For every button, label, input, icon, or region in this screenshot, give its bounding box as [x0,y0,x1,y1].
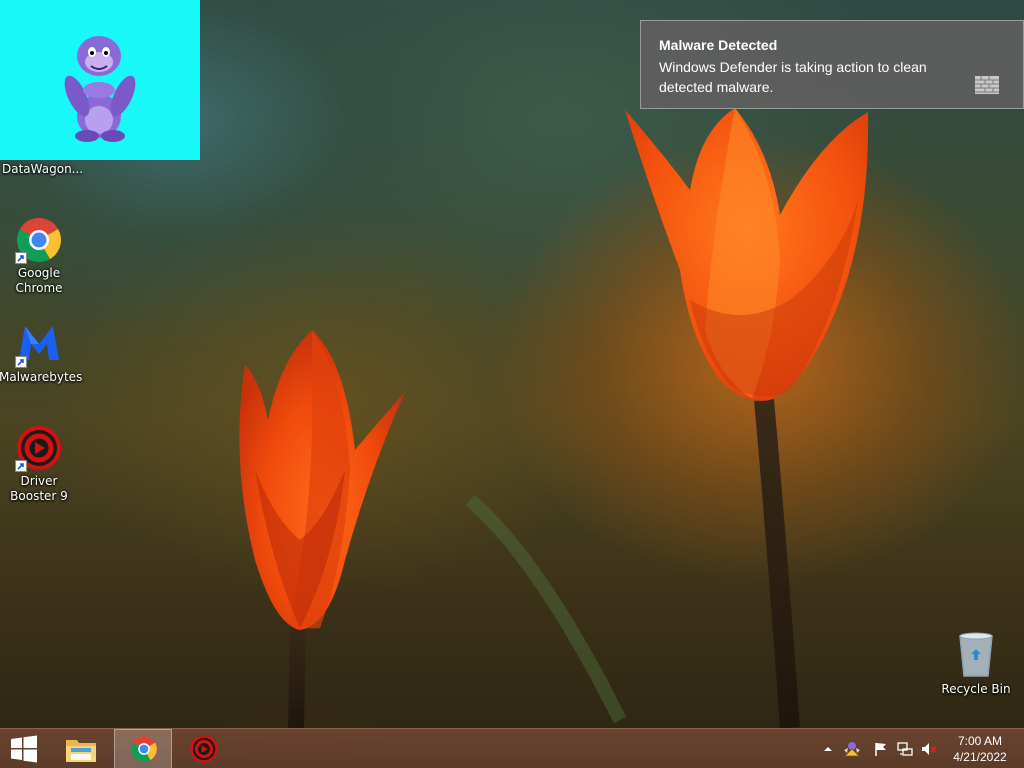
clock-time: 7:00 AM [957,734,1003,748]
taskbar-driver-booster[interactable] [176,729,230,768]
start-button[interactable] [0,729,48,768]
chrome-icon [15,216,63,264]
taskbar-file-explorer[interactable] [54,729,108,768]
desktop-icon-malwarebytes[interactable]: Malwarebytes [0,320,83,385]
chrome-icon [131,736,157,762]
bonzi-tray-icon[interactable] [843,740,861,758]
action-center-flag-icon[interactable] [873,741,889,757]
show-hidden-icon[interactable] [820,741,836,757]
defender-wall-icon [974,74,1000,96]
shortcut-arrow-icon [15,460,27,472]
taskbar-clock[interactable]: 7:00 AM 4/21/2022 [944,733,1016,765]
network-icon[interactable] [897,741,913,757]
driver-booster-icon [190,735,218,763]
malwarebytes-icon [15,320,63,368]
toast-body: Windows Defender is taking action to cle… [659,59,927,95]
volume-muted-icon[interactable] [921,741,937,757]
file-explorer-icon [66,740,96,762]
desktop-icon-label: Driver Booster 9 [10,474,68,503]
recycle-bin-icon [956,630,996,678]
desktop-icon-recycle-bin[interactable]: Recycle Bin [936,630,1016,696]
desktop-icon-label: Google Chrome [15,266,63,295]
desktop-icon-chrome[interactable]: Google Chrome [0,216,79,296]
desktop-icon-label: DataWagon... [2,162,84,176]
driver-booster-icon [15,424,63,472]
taskbar-chrome[interactable] [114,729,172,768]
desktop-icon-driver-booster[interactable]: Driver Booster 9 [0,424,79,504]
taskbar: 7:00 AM 4/21/2022 [0,728,1024,768]
windows-logo-icon [11,735,37,763]
shortcut-arrow-icon [15,356,27,368]
desktop[interactable]: DataWagon... Google Chrome Malwarebytes … [0,0,1024,768]
shortcut-arrow-icon [15,252,27,264]
toast-title: Malware Detected [659,37,778,53]
malware-toast-notification[interactable]: Malware Detected Windows Defender is tak… [640,20,1024,109]
bonzi-buddy-icon [57,28,147,143]
clock-date: 4/21/2022 [953,750,1007,764]
desktop-icon-label: Recycle Bin [941,682,1011,696]
desktop-icon-datawagon[interactable]: DataWagon... [0,36,136,176]
desktop-icon-label: Malwarebytes [0,370,83,384]
